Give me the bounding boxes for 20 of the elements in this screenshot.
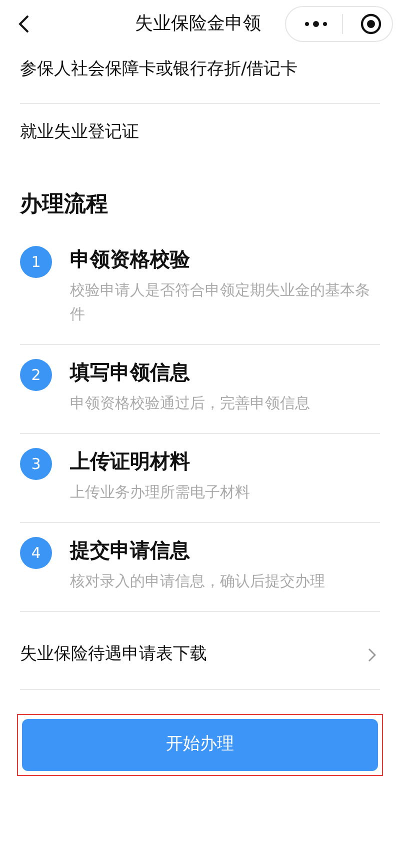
- step-title: 上传证明材料: [70, 448, 191, 475]
- step-number: 4: [20, 537, 52, 569]
- section-title: 办理流程: [20, 190, 109, 219]
- step-description: 上传业务办理所需电子材料: [70, 482, 250, 503]
- back-icon[interactable]: [18, 14, 30, 34]
- step-description: 核对录入的申请信息，确认后提交办理: [70, 571, 325, 592]
- step-title: 提交申请信息: [70, 537, 191, 564]
- document-item: 就业失业登记证: [20, 121, 139, 144]
- step-description: 申领资格校验通过后，完善申领信息: [70, 393, 310, 414]
- more-icon[interactable]: [304, 20, 328, 28]
- step-number: 3: [20, 448, 52, 480]
- step-title: 申领资格校验: [70, 246, 191, 273]
- chevron-right-icon: [368, 648, 376, 662]
- step-number: 2: [20, 359, 52, 391]
- step-title: 填写申领信息: [70, 359, 191, 386]
- download-link[interactable]: 失业保险待遇申请表下载: [20, 620, 380, 690]
- step-description: 校验申请人是否符合申领定期失业金的基本条件: [70, 280, 371, 325]
- step-number: 1: [20, 246, 52, 278]
- document-item: 参保人社会保障卡或银行存折/借记卡: [20, 58, 298, 81]
- page-title: 失业保险金申领: [135, 13, 261, 35]
